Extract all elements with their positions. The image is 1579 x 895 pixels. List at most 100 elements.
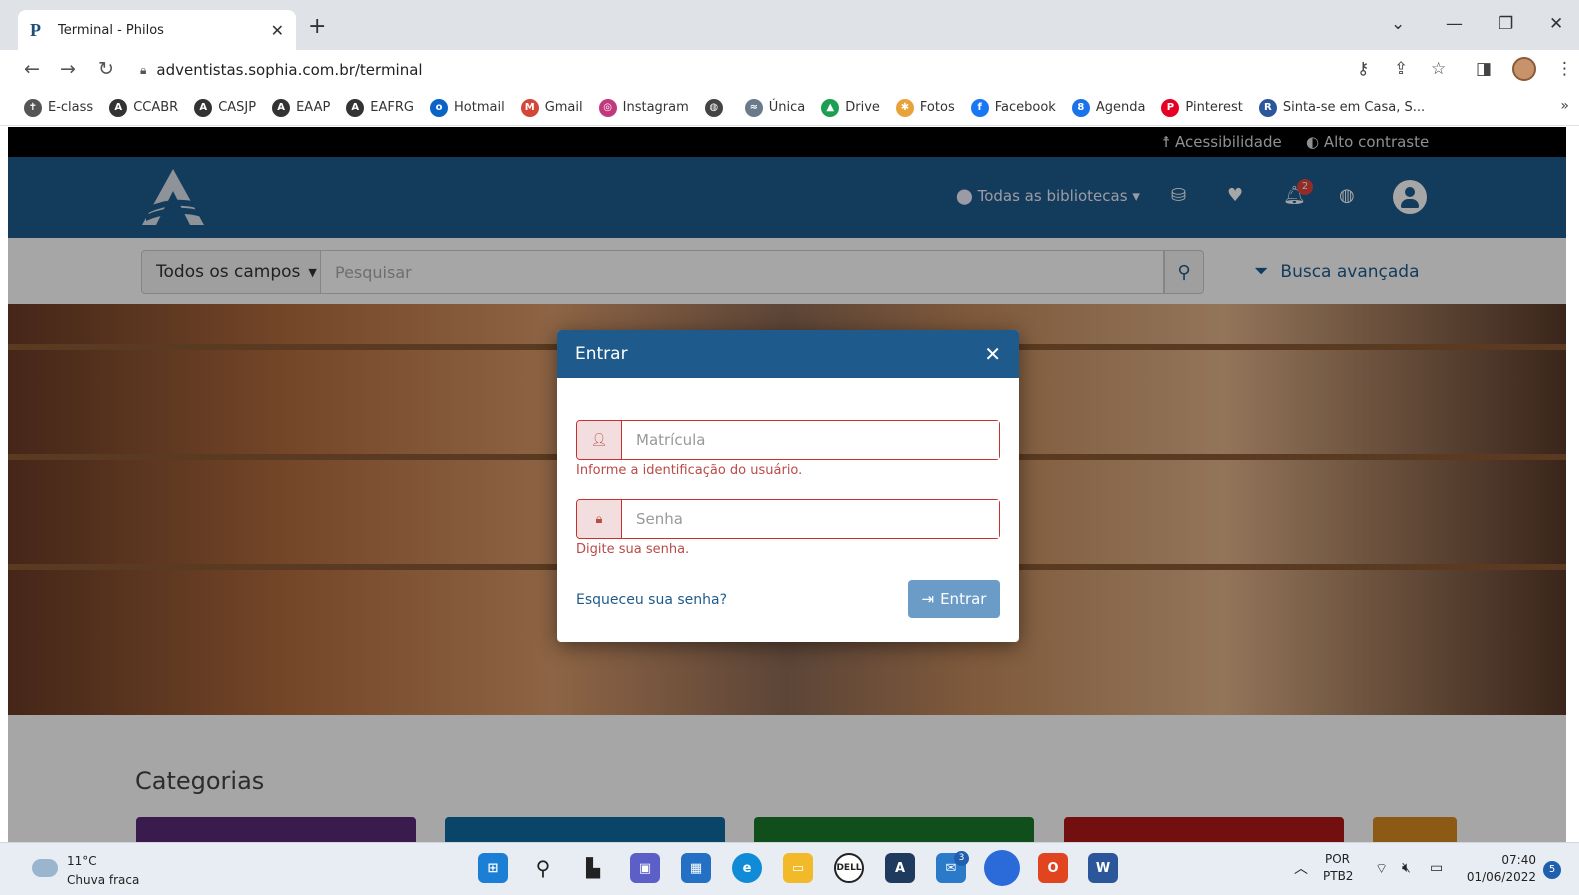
profile-avatar[interactable] bbox=[1512, 57, 1536, 81]
input-language[interactable]: POR bbox=[1325, 852, 1350, 866]
store-icon[interactable]: ▦ bbox=[681, 853, 711, 883]
tray-chevron-up-icon[interactable]: ︿ bbox=[1294, 858, 1308, 878]
new-tab-button[interactable]: + bbox=[308, 14, 326, 39]
bookmark-item[interactable]: f Facebook bbox=[970, 98, 1056, 117]
close-tab-icon[interactable]: ✕ bbox=[271, 21, 284, 40]
address-bar[interactable]: 🔒︎ adventistas.sophia.com.br/terminal bbox=[140, 55, 1350, 85]
bookmark-star-icon[interactable]: ☆ bbox=[1431, 59, 1446, 79]
side-panel-icon[interactable]: ◨ bbox=[1476, 59, 1492, 79]
back-button[interactable]: ← bbox=[24, 58, 40, 80]
share-icon[interactable]: ⇪ bbox=[1394, 59, 1408, 79]
windows-taskbar: 11°C Chuva fraca ⊞ ⚲ ▙ ▣ ▦ e ▭ DELL A ✉ … bbox=[0, 842, 1579, 895]
philos-favicon-icon: P bbox=[30, 19, 41, 40]
windows-start-icon[interactable]: ⊞ bbox=[478, 853, 508, 883]
website-viewport: ☨ Acessibilidade ◐ Alto contraste ⬤ Toda… bbox=[8, 127, 1566, 842]
system-clock[interactable]: 07:40 01/06/2022 bbox=[1466, 852, 1536, 886]
bookmark-item[interactable]: M Gmail bbox=[520, 98, 583, 117]
gmail-icon: M bbox=[520, 98, 539, 117]
browser-tabstrip: P Terminal - Philos ✕ + ⌄ — ❐ ✕ bbox=[0, 0, 1579, 50]
menu-kebab-icon[interactable]: ⋮ bbox=[1556, 59, 1573, 79]
word-icon[interactable]: W bbox=[1088, 853, 1118, 883]
restore-button[interactable]: ❐ bbox=[1498, 14, 1513, 34]
lock-icon: 🔒︎ bbox=[577, 500, 622, 538]
pinterest-icon: P bbox=[1161, 98, 1180, 117]
bookmark-item[interactable]: A EAFRG bbox=[346, 98, 414, 117]
bookmark-label: E-class bbox=[48, 100, 94, 115]
taskbar-search-icon[interactable]: ⚲ bbox=[528, 853, 558, 883]
bookmark-item[interactable]: ◎ Instagram bbox=[598, 98, 689, 117]
edge-browser-icon[interactable]: e bbox=[732, 853, 762, 883]
facebook-icon: f bbox=[970, 98, 989, 117]
bookmark-item[interactable]: ▲ Drive bbox=[821, 98, 880, 117]
teams-chat-icon[interactable]: ▣ bbox=[630, 853, 660, 883]
drive-icon: ▲ bbox=[821, 98, 840, 117]
bookmark-item[interactable]: ◍ bbox=[704, 98, 729, 117]
bookmark-item[interactable]: A EAAP bbox=[272, 98, 330, 117]
login-submit-button[interactable]: ⇥ Entrar bbox=[908, 580, 1000, 618]
bookmark-label: CCABR bbox=[133, 100, 179, 115]
weather-temperature[interactable]: 11°C bbox=[67, 854, 97, 868]
tab-search-chevron-icon[interactable]: ⌄ bbox=[1391, 14, 1405, 34]
forgot-password-link[interactable]: Esqueceu sua senha? bbox=[576, 592, 727, 608]
office-icon[interactable]: O bbox=[1038, 853, 1068, 883]
bookmark-item[interactable]: ✝ E-class bbox=[24, 98, 94, 117]
lock-icon: 🔒︎ bbox=[140, 62, 147, 77]
photos-icon: ✱ bbox=[895, 98, 914, 117]
file-explorer-icon[interactable]: ▭ bbox=[783, 853, 813, 883]
notification-center-badge[interactable]: 5 bbox=[1543, 861, 1561, 879]
bookmark-label: Gmail bbox=[544, 100, 583, 115]
senha-help: Digite sua senha. bbox=[576, 542, 690, 557]
tab-title: Terminal - Philos bbox=[58, 22, 164, 38]
close-modal-icon[interactable]: ✕ bbox=[984, 342, 1001, 366]
unica-icon: ≈ bbox=[744, 98, 763, 117]
wifi-icon[interactable]: ⌔ bbox=[1375, 860, 1388, 878]
senha-input[interactable] bbox=[622, 500, 999, 538]
browser-toolbar: ← → ↻ 🔒︎ adventistas.sophia.com.br/termi… bbox=[0, 50, 1579, 90]
bookmark-item[interactable]: A CASJP bbox=[194, 98, 256, 117]
adventist-app-icon[interactable]: A bbox=[885, 853, 915, 883]
bookmark-item[interactable]: o Hotmail bbox=[430, 98, 505, 117]
instagram-icon: ◎ bbox=[598, 98, 617, 117]
weather-description[interactable]: Chuva fraca bbox=[67, 873, 139, 887]
volume-muted-icon[interactable]: 🔇︎ bbox=[1402, 860, 1411, 876]
bookmark-label: EAFRG bbox=[370, 100, 414, 115]
browser-tab[interactable]: P Terminal - Philos ✕ bbox=[18, 10, 296, 50]
task-view-icon[interactable]: ▙ bbox=[578, 853, 608, 883]
bookmarks-bar: ✝ E-class A CCABR A CASJP A EAAP A EAFRG o Hotmail M… bbox=[0, 90, 1579, 126]
login-modal: Entrar ✕ 👤︎ Informe a identificação do u… bbox=[557, 330, 1019, 642]
reload-button[interactable]: ↻ bbox=[98, 58, 114, 80]
forward-button[interactable]: → bbox=[60, 58, 76, 80]
adventist-icon: A bbox=[194, 98, 213, 117]
adventist-icon: A bbox=[272, 98, 291, 117]
bookmark-item[interactable]: P Pinterest bbox=[1161, 98, 1243, 117]
bookmark-item[interactable]: ≈ Única bbox=[744, 98, 806, 117]
user-icon: 👤︎ bbox=[577, 421, 622, 459]
weather-cloud-icon[interactable] bbox=[32, 859, 58, 877]
bookmark-item[interactable]: ✱ Fotos bbox=[895, 98, 955, 117]
password-key-icon[interactable]: ⚷ bbox=[1357, 59, 1369, 79]
person-icon: ✝ bbox=[24, 98, 42, 117]
bookmark-item[interactable]: 8 Agenda bbox=[1071, 98, 1145, 117]
battery-icon[interactable]: ▭ bbox=[1430, 860, 1443, 876]
bookmark-item[interactable]: A CCABR bbox=[109, 98, 179, 117]
mail-badge: 3 bbox=[954, 851, 969, 866]
close-window-button[interactable]: ✕ bbox=[1549, 14, 1563, 34]
outlook-icon: o bbox=[430, 98, 448, 117]
bookmark-label: Pinterest bbox=[1185, 100, 1243, 115]
bookmark-label: Drive bbox=[845, 100, 880, 115]
keyboard-layout[interactable]: PTB2 bbox=[1323, 869, 1353, 883]
senha-group: 🔒︎ bbox=[576, 499, 1000, 539]
bookmark-label: Sinta-se em Casa, S... bbox=[1282, 100, 1426, 115]
clock-date: 01/06/2022 bbox=[1466, 870, 1536, 884]
bookmark-label: Única bbox=[768, 100, 806, 115]
bookmark-item[interactable]: R Sinta-se em Casa, S... bbox=[1258, 98, 1426, 117]
r-icon: R bbox=[1258, 98, 1277, 117]
chrome-app-icon[interactable] bbox=[984, 850, 1020, 886]
calendar-icon: 8 bbox=[1071, 98, 1090, 117]
modal-title: Entrar bbox=[575, 344, 628, 364]
bookmark-label: Fotos bbox=[919, 100, 955, 115]
minimize-button[interactable]: — bbox=[1446, 14, 1463, 34]
dell-icon[interactable]: DELL bbox=[834, 853, 864, 883]
matricula-input[interactable] bbox=[622, 421, 999, 459]
more-bookmarks-icon[interactable]: » bbox=[1560, 98, 1569, 114]
